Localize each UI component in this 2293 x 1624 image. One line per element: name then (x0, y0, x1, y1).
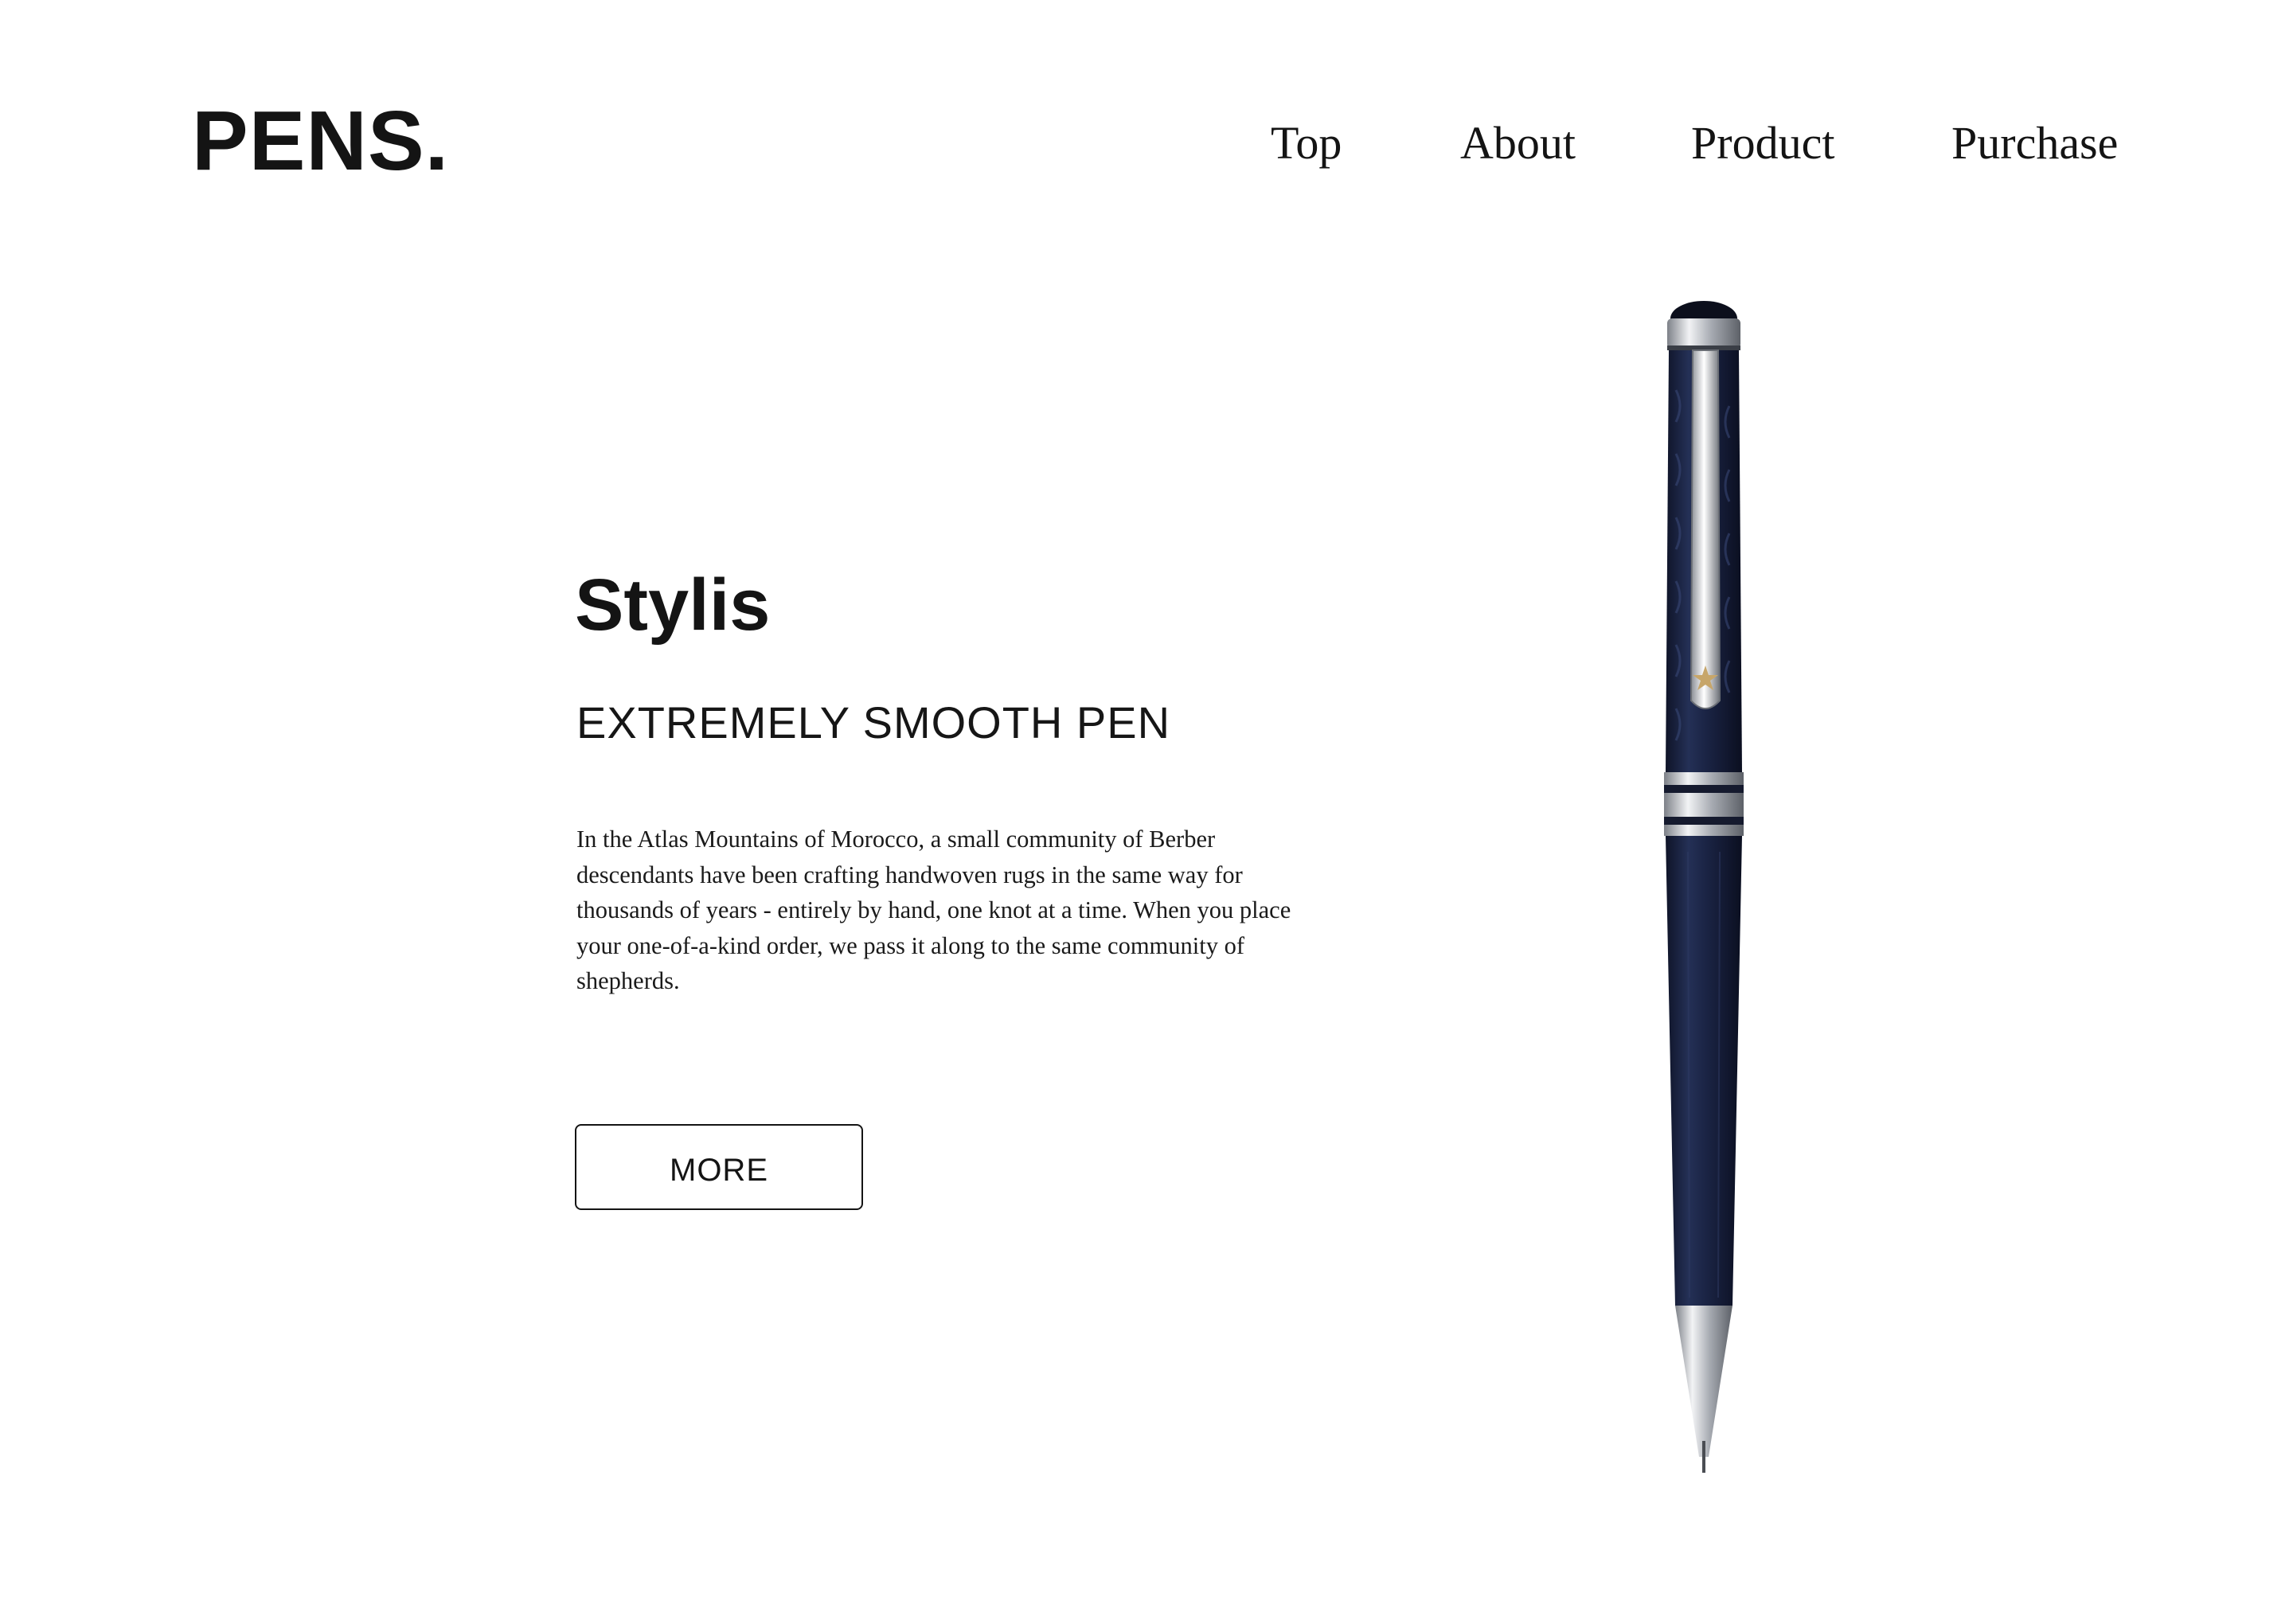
product-description: In the Atlas Mountains of Morocco, a sma… (576, 826, 1291, 994)
nav-about[interactable]: About (1460, 111, 1576, 175)
more-button[interactable]: MORE (575, 1124, 863, 1210)
product-subtitle: EXTREMELY SMOOTH PEN (576, 697, 1171, 748)
nav-purchase[interactable]: Purchase (1951, 111, 2118, 175)
pen-clip (1689, 349, 1721, 709)
logo[interactable]: PENS. (192, 97, 449, 185)
pen-cap-ring (1667, 318, 1740, 349)
product-title: Stylis (575, 564, 771, 646)
nav-top[interactable]: Top (1271, 111, 1342, 175)
pen-tip (1675, 1306, 1732, 1457)
pen-center-ring (1664, 772, 1744, 785)
nav-product[interactable]: Product (1691, 111, 1834, 175)
pen-barrel (1666, 836, 1742, 1306)
pen-image (1664, 301, 1744, 1473)
